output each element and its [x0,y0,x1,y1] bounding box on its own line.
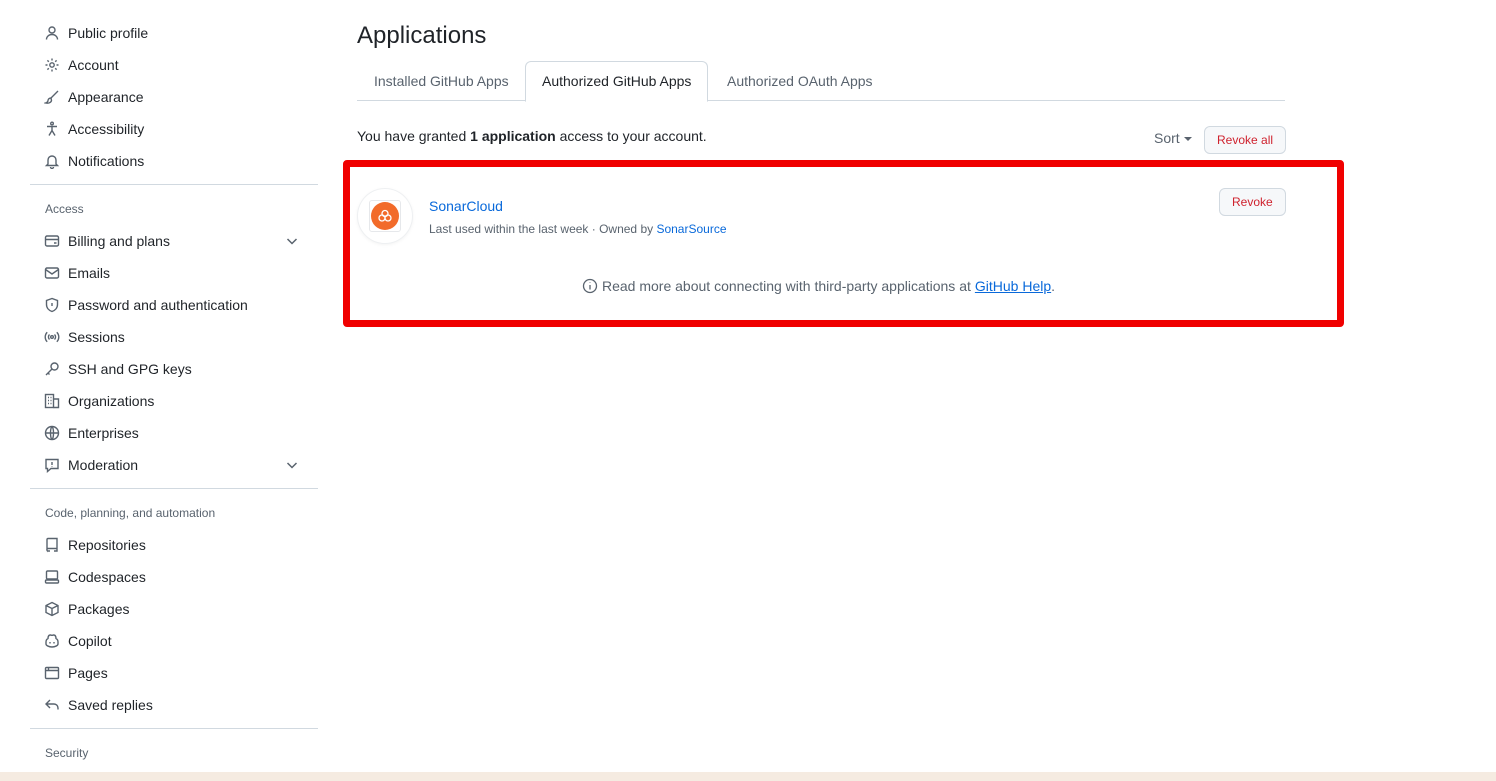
copilot-icon [44,633,60,649]
sidebar-item-saved-replies[interactable]: Saved replies [30,689,318,721]
bottom-strip [0,772,1496,781]
shield-icon [44,297,60,313]
sort-dropdown[interactable]: Sort [1154,130,1192,146]
highlight-box [343,160,1344,327]
sidebar-item-moderation[interactable]: Moderation [30,449,318,481]
sidebar-heading-access: Access [45,202,84,216]
package-icon [44,601,60,617]
sidebar-item-accessibility[interactable]: Accessibility [30,113,318,145]
sort-label: Sort [1154,130,1180,146]
app-last-used: Last used within the last week · Owned b… [429,222,657,236]
sidebar-item-label: SSH and GPG keys [68,361,192,377]
sidebar-item-label: Password and authentication [68,297,248,313]
sidebar-item-notifications[interactable]: Notifications [30,145,318,177]
sidebar-item-copilot[interactable]: Copilot [30,625,318,657]
chevron-down-icon[interactable] [284,233,300,249]
sidebar-heading-security: Security [45,746,89,760]
sidebar-top-group: Public profile Account Appearance Access… [30,17,318,177]
sidebar-heading-code: Code, planning, and automation [45,506,216,520]
sidebar-item-packages[interactable]: Packages [30,593,318,625]
sidebar-divider [30,728,318,729]
sidebar-item-label: Accessibility [68,121,145,137]
sidebar-item-label: Saved replies [68,697,153,713]
github-help-link[interactable]: GitHub Help [975,278,1051,294]
sidebar-item-label: Emails [68,265,111,281]
sidebar-item-public-profile[interactable]: Public profile [30,17,318,49]
revoke-button[interactable]: Revoke [1219,188,1286,216]
settings-sidebar: Public profile Account Appearance Access… [30,17,318,769]
bell-icon [44,153,60,169]
app-avatar [358,189,412,243]
app-meta: Last used within the last week · Owned b… [429,222,727,236]
sidebar-item-organizations[interactable]: Organizations [30,385,318,417]
help-note: Read more about connecting with third-pa… [582,278,1055,294]
sidebar-code-group: Repositories Codespaces Packages Copilot… [30,529,318,721]
sidebar-item-ssh-gpg[interactable]: SSH and GPG keys [30,353,318,385]
chevron-down-icon[interactable] [284,457,300,473]
sidebar-item-label: Repositories [68,537,146,553]
mail-icon [44,265,60,281]
sidebar-divider [30,488,318,489]
app-logo-frame [369,200,401,232]
organization-icon [44,393,60,409]
tab-installed-github-apps[interactable]: Installed GitHub Apps [358,61,525,101]
sidebar-item-account[interactable]: Account [30,49,318,81]
credit-card-icon [44,233,60,249]
repo-icon [44,537,60,553]
sidebar-item-label: Enterprises [68,425,139,441]
caret-down-icon [1183,137,1192,142]
sidebar-item-label: Moderation [68,457,139,473]
globe-icon [44,425,60,441]
browser-icon [44,665,60,681]
broadcast-icon [44,329,60,345]
gear-icon [44,57,60,73]
report-icon [44,457,60,473]
sidebar-item-password-auth[interactable]: Password and authentication [30,289,318,321]
sidebar-item-pages[interactable]: Pages [30,657,318,689]
granted-prefix: You have granted [357,128,471,144]
tab-authorized-github-apps[interactable]: Authorized GitHub Apps [525,61,709,102]
sidebar-item-codespaces[interactable]: Codespaces [30,561,318,593]
tab-authorized-oauth-apps[interactable]: Authorized OAuth Apps [711,61,889,101]
sidebar-item-label: Copilot [68,633,112,649]
key-icon [44,361,60,377]
sidebar-item-label: Account [68,57,119,73]
sidebar-item-label: Organizations [68,393,155,409]
paintbrush-icon [44,89,60,105]
sidebar-item-appearance[interactable]: Appearance [30,81,318,113]
accessibility-icon [44,121,60,137]
codespaces-icon [44,569,60,585]
sidebar-item-enterprises[interactable]: Enterprises [30,417,318,449]
help-suffix: . [1051,278,1056,294]
sidebar-item-label: Notifications [68,153,145,169]
sidebar-item-emails[interactable]: Emails [30,257,318,289]
person-icon [44,25,60,41]
sidebar-item-billing[interactable]: Billing and plans [30,225,318,257]
reply-icon [44,697,60,713]
page-title: Applications [357,22,487,49]
app-name-link[interactable]: SonarCloud [429,198,503,214]
sidebar-item-sessions[interactable]: Sessions [30,321,318,353]
granted-count: 1 application [470,128,556,144]
info-icon [582,278,598,294]
revoke-all-button[interactable]: Revoke all [1204,126,1287,154]
sidebar-item-label: Billing and plans [68,233,170,249]
sidebar-item-label: Pages [68,665,108,681]
sidebar-divider [30,184,318,185]
sidebar-item-label: Packages [68,601,130,617]
sidebar-access-group: Billing and plans Emails Password and au… [30,225,318,481]
tab-bar: Installed GitHub Apps Authorized GitHub … [357,61,1285,102]
help-prefix: Read more about connecting with third-pa… [602,278,971,294]
sidebar-item-label: Public profile [68,25,149,41]
granted-summary: You have granted 1 application access to… [357,128,707,144]
sidebar-item-label: Appearance [68,89,144,105]
sidebar-item-label: Codespaces [68,569,146,585]
app-owner-link[interactable]: SonarSource [656,222,726,236]
sidebar-item-repositories[interactable]: Repositories [30,529,318,561]
granted-suffix: access to your account. [555,128,707,144]
sonarcloud-logo-icon [371,202,399,230]
sidebar-item-label: Sessions [68,329,125,345]
